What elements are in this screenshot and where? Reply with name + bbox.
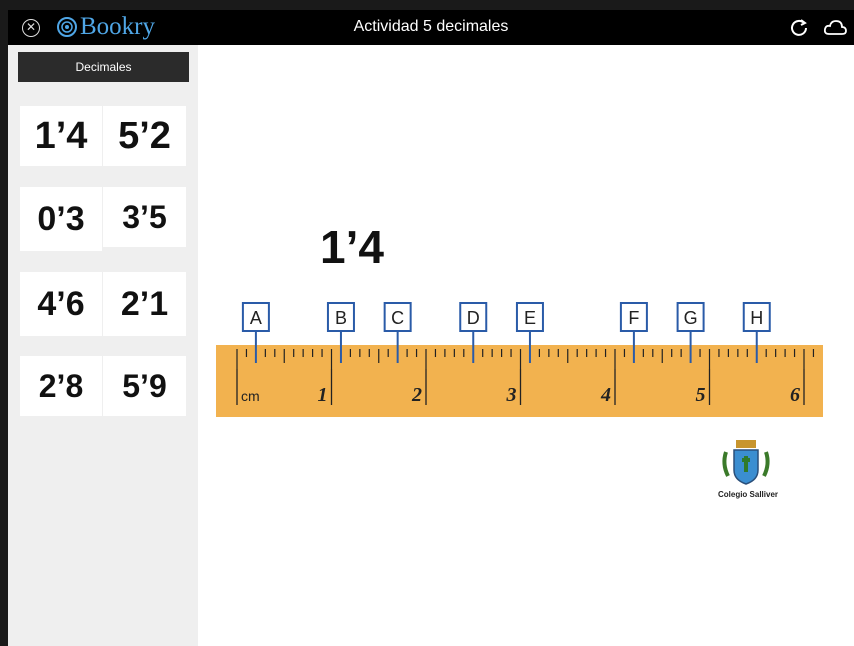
number-card-8[interactable]: 5’9 xyxy=(103,356,186,416)
page-title: Actividad 5 decimales xyxy=(353,18,509,35)
ruler-number: 6 xyxy=(790,384,800,406)
number-card-2[interactable]: 5’2 xyxy=(103,106,186,166)
marker-label: F xyxy=(628,308,639,328)
ruler-body xyxy=(216,345,823,417)
number-card-5[interactable]: 4’6 xyxy=(20,272,102,336)
marker-label: A xyxy=(250,308,262,328)
marker-label: E xyxy=(524,308,536,328)
ruler-number: 4 xyxy=(600,384,611,406)
top-bar: ✕ Bookry Actividad 5 decimales xyxy=(8,10,854,45)
cloud-icon[interactable] xyxy=(822,17,848,39)
number-card-7[interactable]: 2’8 xyxy=(20,356,102,416)
marker-label: B xyxy=(335,308,347,328)
number-card-6[interactable]: 2’1 xyxy=(103,272,186,336)
marker-label: C xyxy=(391,308,404,328)
number-card-4[interactable]: 3’5 xyxy=(103,187,186,247)
app-window: ✕ Bookry Actividad 5 decimales Decimales… xyxy=(8,10,854,646)
current-number: 1’4 xyxy=(320,221,384,273)
school-name: Colegio Salliver xyxy=(717,490,779,499)
marker-label: H xyxy=(750,308,763,328)
number-card-3[interactable]: 0’3 xyxy=(20,187,102,251)
refresh-icon[interactable] xyxy=(788,17,810,39)
marker-label: D xyxy=(467,308,480,328)
ruler-number: 1 xyxy=(318,384,328,406)
ruler-number: 5 xyxy=(696,384,706,406)
sidebar: Decimales 1’4 5’2 0’3 3’5 4’6 2’1 2’8 5’… xyxy=(8,45,198,646)
ruler-number: 2 xyxy=(411,384,422,406)
marker-label: G xyxy=(684,308,698,328)
ruler-number: 3 xyxy=(506,384,517,406)
ruler: cm 1 2 3 4 5 6 A B C D E F G H xyxy=(216,302,823,417)
number-card-1[interactable]: 1’4 xyxy=(20,106,102,166)
ruler-unit-label: cm xyxy=(241,388,260,404)
sidebar-header: Decimales xyxy=(18,52,189,82)
